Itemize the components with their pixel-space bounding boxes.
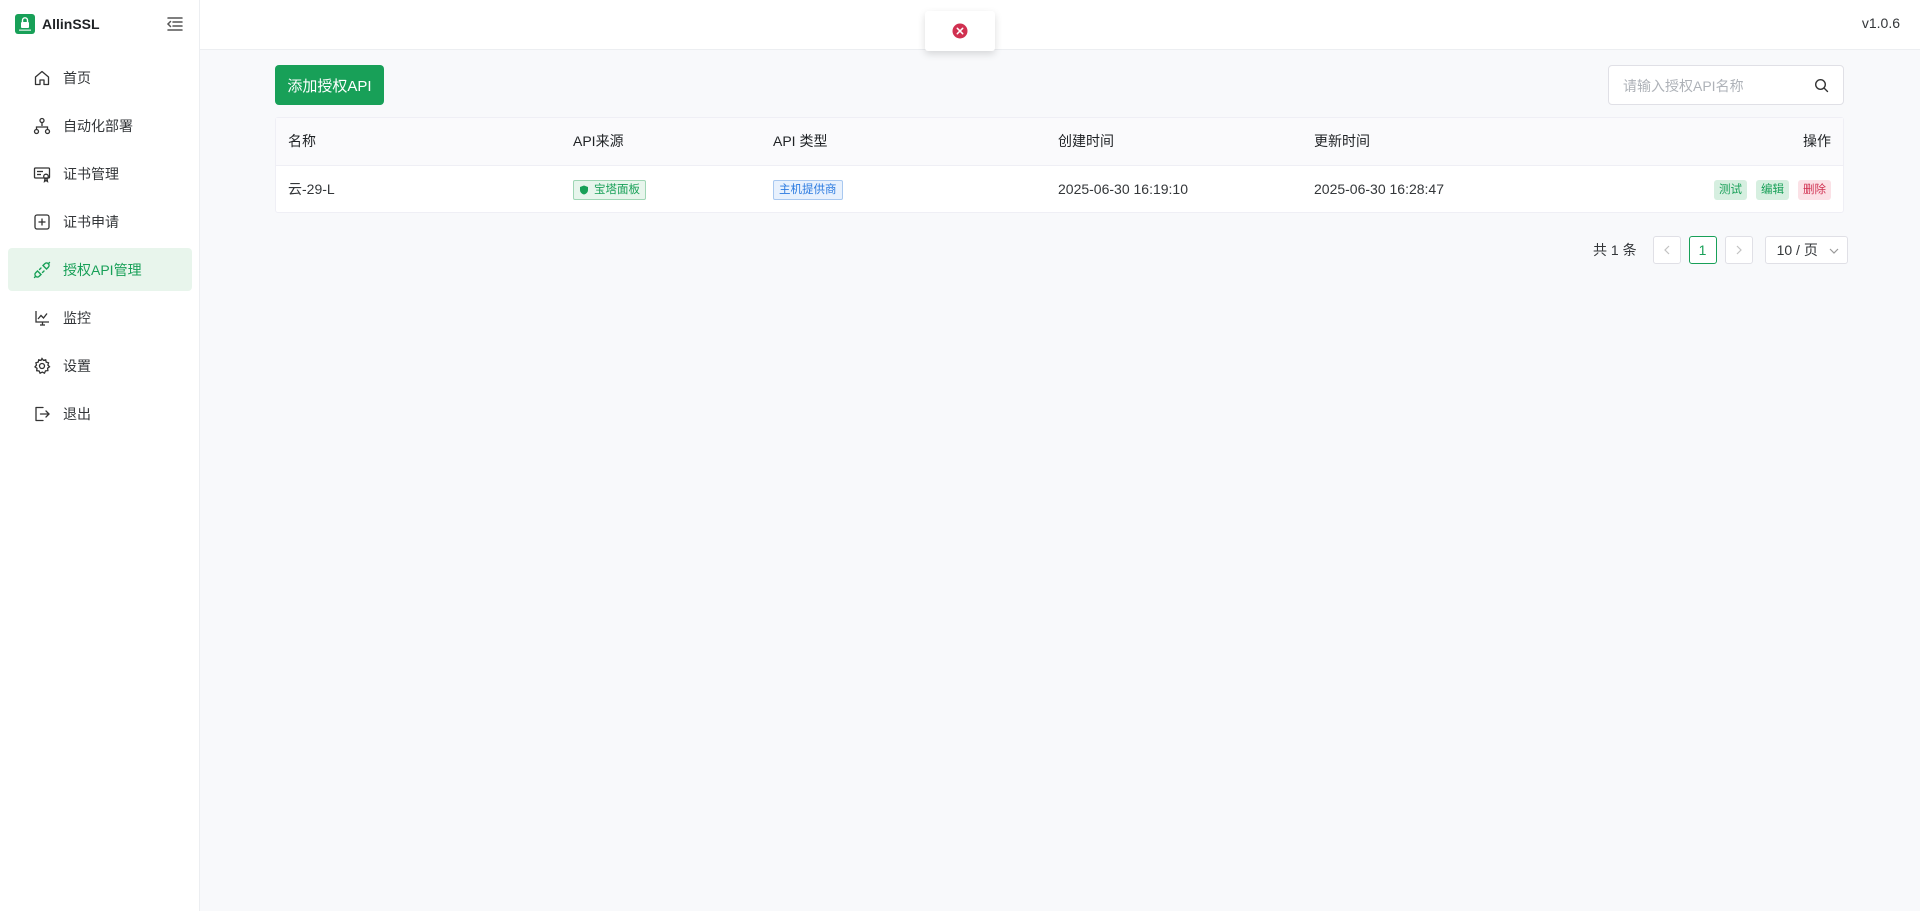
source-tag: 宝塔面板 — [573, 180, 646, 201]
sidebar-item-deploy[interactable]: 自动化部署 — [8, 104, 192, 147]
logout-icon — [35, 406, 50, 421]
sidebar-item-label: 证书申请 — [63, 213, 119, 230]
table-header: 名称 API来源 API 类型 创建时间 更新时间 操作 — [276, 118, 1843, 166]
sidebar-item-monitor[interactable]: 监控 — [8, 296, 192, 339]
search-input[interactable] — [1621, 74, 1805, 98]
sidebar-item-label: 授权API管理 — [63, 261, 142, 278]
next-page-button[interactable] — [1724, 236, 1753, 264]
logo-icon — [15, 14, 35, 34]
api-table: 名称 API来源 API 类型 创建时间 更新时间 操作 云-29-L 宝塔面板… — [275, 117, 1844, 213]
sidebar-item-home[interactable]: 首页 — [8, 56, 192, 99]
home-icon — [34, 70, 50, 85]
cell-updated: 2025-06-30 16:28:47 — [1314, 181, 1444, 197]
error-toast — [925, 11, 995, 51]
column-header-name: 名称 — [288, 133, 316, 149]
plus-square-icon — [34, 213, 50, 230]
column-header-updated: 更新时间 — [1314, 133, 1370, 149]
column-header-source: API来源 — [573, 133, 624, 149]
app-name: AllinSSL — [42, 16, 100, 32]
sidebar-item-api-management[interactable]: 授权API管理 — [8, 248, 192, 291]
sidebar-item-label: 退出 — [63, 405, 91, 422]
cell-source: 宝塔面板 — [573, 166, 646, 213]
type-tag: 主机提供商 — [773, 180, 843, 201]
sidebar-item-label: 首页 — [63, 69, 91, 86]
cell-name: 云-29-L — [288, 181, 335, 197]
chevron-down-icon — [1829, 248, 1839, 254]
total-count: 共 1 条 — [1593, 242, 1637, 258]
api-link-icon — [33, 261, 51, 278]
monitor-icon — [35, 310, 49, 326]
brand[interactable]: AllinSSL — [15, 14, 100, 34]
cell-type: 主机提供商 — [773, 166, 843, 213]
search-box — [1608, 65, 1844, 105]
menu-collapse-icon[interactable] — [165, 14, 185, 34]
page-size-select[interactable]: 10 / 页 — [1764, 236, 1848, 264]
cell-created: 2025-06-30 16:19:10 — [1058, 181, 1188, 197]
table-row: 云-29-L 宝塔面板 主机提供商 2025-06-30 16:19:10 20… — [276, 166, 1843, 213]
add-api-button[interactable]: 添加授权API — [275, 65, 384, 105]
chevron-left-icon — [1663, 245, 1670, 255]
sidebar: AllinSSL 首页 自动化部署 证书管理 证书申请 授权API管理 监控 设… — [0, 0, 200, 911]
error-circle-icon — [952, 23, 968, 39]
sidebar-item-certificates[interactable]: 证书管理 — [8, 152, 192, 195]
edit-button[interactable]: 编辑 — [1756, 180, 1789, 201]
sidebar-item-label: 自动化部署 — [63, 117, 133, 134]
workflow-icon — [33, 117, 51, 134]
bt-panel-icon — [580, 185, 588, 195]
sidebar-item-apply[interactable]: 证书申请 — [8, 200, 192, 243]
top-header: v1.0.6 — [200, 0, 1920, 50]
pagination: 共 1 条 1 10 / 页 — [1593, 236, 1848, 264]
certificate-icon — [33, 166, 51, 183]
test-button[interactable]: 测试 — [1714, 180, 1747, 201]
source-tag-label: 宝塔面板 — [594, 184, 640, 197]
delete-button[interactable]: 删除 — [1798, 180, 1831, 201]
column-header-type: API 类型 — [773, 133, 828, 149]
prev-page-button[interactable] — [1652, 236, 1681, 264]
sidebar-item-label: 证书管理 — [63, 165, 119, 182]
page-number-button[interactable]: 1 — [1688, 236, 1717, 264]
cell-actions: 测试 编辑 删除 — [1705, 166, 1831, 213]
sidebar-item-logout[interactable]: 退出 — [8, 392, 192, 435]
gear-icon — [34, 356, 51, 374]
column-header-actions: 操作 — [1803, 133, 1831, 149]
sidebar-item-label: 设置 — [63, 357, 91, 374]
sidebar-item-settings[interactable]: 设置 — [8, 344, 192, 387]
sidebar-nav: 首页 自动化部署 证书管理 证书申请 授权API管理 监控 设置 退出 — [8, 56, 192, 440]
sidebar-item-label: 监控 — [63, 309, 91, 326]
search-icon[interactable] — [1814, 78, 1829, 93]
version-label: v1.0.6 — [1861, 15, 1900, 31]
chevron-right-icon — [1736, 245, 1742, 255]
column-header-created: 创建时间 — [1058, 133, 1114, 149]
page-size-value: 10 / 页 — [1776, 242, 1818, 258]
